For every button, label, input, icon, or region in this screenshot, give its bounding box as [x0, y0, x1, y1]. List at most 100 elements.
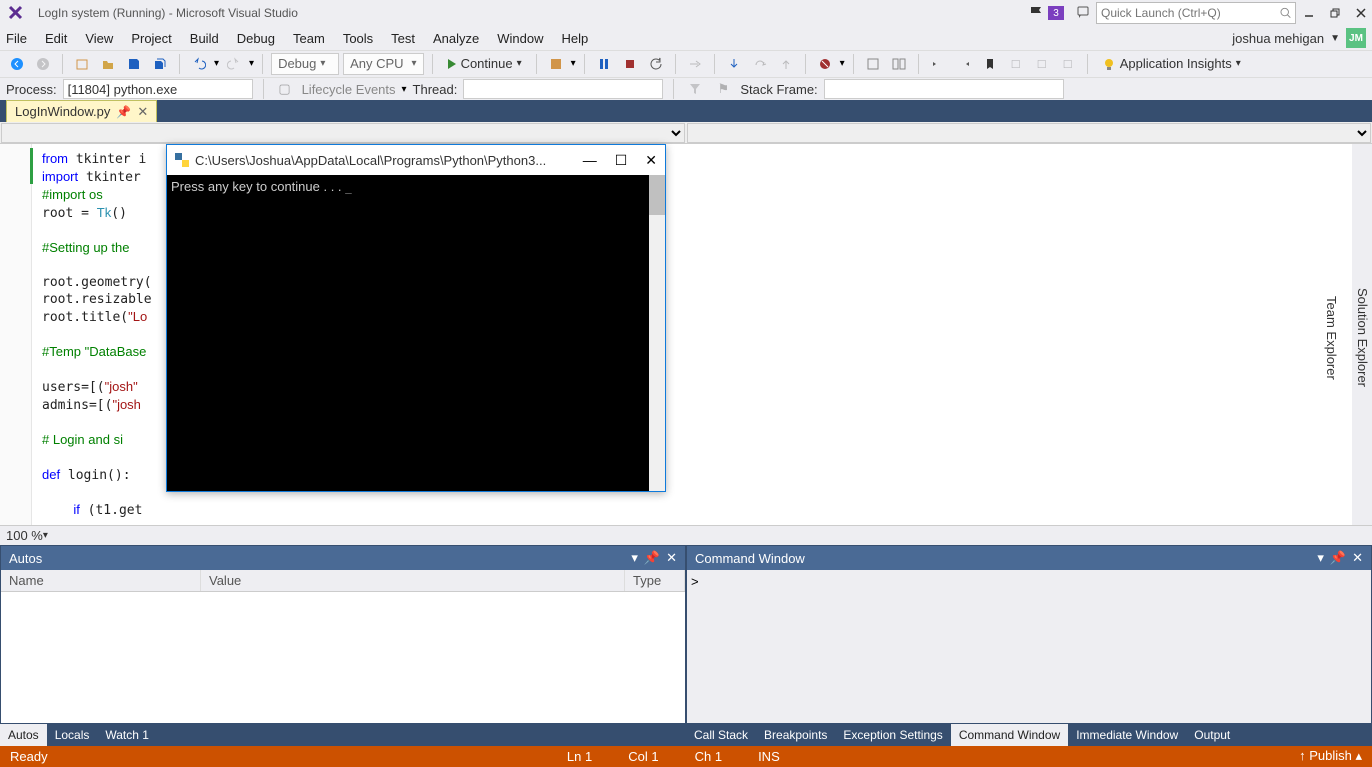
stop-button[interactable] [619, 53, 641, 75]
tool-icon[interactable]: □ [1005, 53, 1027, 75]
console-scrollbar[interactable] [649, 175, 665, 491]
tool-icon[interactable] [862, 53, 884, 75]
undo-button[interactable] [188, 53, 210, 75]
indent-button[interactable] [927, 53, 949, 75]
restart-button[interactable] [645, 53, 667, 75]
menu-analyze[interactable]: Analyze [433, 31, 479, 46]
col-value[interactable]: Value [201, 570, 625, 591]
lifecycle-label[interactable]: Lifecycle Events [302, 82, 396, 97]
continue-button[interactable]: Continue▾ [441, 53, 528, 75]
solution-explorer-tab[interactable]: Solution Explorer [1353, 284, 1372, 391]
menu-team[interactable]: Team [293, 31, 325, 46]
pin-icon[interactable]: 📌 [1330, 550, 1346, 566]
browser-link-button[interactable] [545, 53, 567, 75]
menu-tools[interactable]: Tools [343, 31, 373, 46]
panel-dropdown-icon[interactable]: ▾ [1317, 550, 1324, 566]
command-body[interactable]: > [687, 570, 1371, 722]
step-into-button[interactable] [723, 53, 745, 75]
tab-command-window[interactable]: Command Window [951, 724, 1068, 746]
thread-dropdown[interactable] [463, 79, 663, 99]
nav-member-dropdown[interactable] [687, 123, 1371, 143]
close-tab-icon[interactable]: ✕ [137, 104, 148, 120]
chevron-down-icon[interactable]: ▾ [214, 58, 219, 69]
menu-view[interactable]: View [85, 31, 113, 46]
tool-icon[interactable]: □ [1031, 53, 1053, 75]
close-button[interactable] [1354, 6, 1368, 20]
console-window[interactable]: C:\Users\Joshua\AppData\Local\Programs\P… [166, 144, 666, 492]
console-titlebar[interactable]: C:\Users\Joshua\AppData\Local\Programs\P… [167, 145, 665, 175]
team-explorer-tab[interactable]: Team Explorer [1322, 292, 1341, 384]
restore-button[interactable] [1328, 6, 1342, 20]
tool-icon[interactable]: □ [1057, 53, 1079, 75]
lifecycle-icon[interactable]: ▢ [274, 78, 296, 100]
save-all-button[interactable] [149, 53, 171, 75]
console-maximize[interactable]: ☐ [615, 152, 628, 169]
outdent-button[interactable] [953, 53, 975, 75]
user-area[interactable]: joshua mehigan ▼ JM [1232, 28, 1366, 48]
pause-button[interactable] [593, 53, 615, 75]
chevron-down-icon[interactable]: ▾ [840, 58, 845, 69]
process-dropdown[interactable]: [11804] python.exe [63, 79, 253, 99]
nav-scope-dropdown[interactable] [1, 123, 685, 143]
menu-debug[interactable]: Debug [237, 31, 275, 46]
feedback-icon[interactable] [1074, 2, 1096, 24]
breakpoint-button[interactable] [814, 53, 836, 75]
notifications[interactable]: 3 [1030, 6, 1064, 20]
step-out-button[interactable] [775, 53, 797, 75]
menu-window[interactable]: Window [497, 31, 543, 46]
publish-button[interactable]: ↑ Publish ▴ [1299, 748, 1362, 764]
pin-icon[interactable]: 📌 [116, 105, 131, 119]
app-insights-button[interactable]: Application Insights▾ [1096, 53, 1247, 75]
editor[interactable]: from tkinter i import tkinter #import os… [0, 144, 1372, 525]
chevron-down-icon[interactable]: ▾ [402, 84, 407, 95]
console-close[interactable]: ✕ [645, 152, 657, 169]
close-icon[interactable]: ✕ [666, 550, 677, 566]
platform-dropdown[interactable]: Any CPU▾ [343, 53, 424, 75]
close-icon[interactable]: ✕ [1352, 550, 1363, 566]
config-dropdown[interactable]: Debug▾ [271, 53, 339, 75]
col-name[interactable]: Name [1, 570, 201, 591]
forward-button[interactable] [32, 53, 54, 75]
outline-margin [0, 144, 32, 525]
chevron-down-icon[interactable]: ▾ [571, 58, 576, 69]
menu-project[interactable]: Project [131, 31, 171, 46]
console-body[interactable]: Press any key to continue . . . _ [167, 175, 665, 491]
quick-launch-input[interactable] [1101, 6, 1280, 20]
zoom-control[interactable]: 100 % ▾ [0, 525, 1372, 545]
pin-icon[interactable]: 📌 [644, 550, 660, 566]
bottom-tab-row: Autos Locals Watch 1 Call Stack Breakpoi… [0, 724, 1372, 746]
quick-launch[interactable] [1096, 2, 1296, 24]
tab-autos[interactable]: Autos [0, 724, 47, 746]
redo-button[interactable] [223, 53, 245, 75]
filter-icon[interactable] [684, 78, 706, 100]
console-minimize[interactable]: — [583, 152, 597, 169]
tab-breakpoints[interactable]: Breakpoints [756, 724, 835, 746]
bookmark-button[interactable] [979, 53, 1001, 75]
new-project-button[interactable] [71, 53, 93, 75]
tab-exception-settings[interactable]: Exception Settings [835, 724, 950, 746]
tab-locals[interactable]: Locals [47, 724, 98, 746]
flag-icon[interactable]: ⚑ [712, 78, 734, 100]
tab-immediate-window[interactable]: Immediate Window [1068, 724, 1186, 746]
menu-build[interactable]: Build [190, 31, 219, 46]
tab-watch1[interactable]: Watch 1 [97, 724, 157, 746]
show-next-button[interactable] [684, 53, 706, 75]
tool-icon[interactable] [888, 53, 910, 75]
step-over-button[interactable] [749, 53, 771, 75]
stack-frame-dropdown[interactable] [824, 79, 1064, 99]
tab-output[interactable]: Output [1186, 724, 1238, 746]
minimize-button[interactable] [1302, 6, 1316, 20]
autos-body[interactable]: Name Value Type [1, 570, 685, 722]
tab-call-stack[interactable]: Call Stack [686, 724, 756, 746]
menu-file[interactable]: File [6, 31, 27, 46]
save-button[interactable] [123, 53, 145, 75]
open-button[interactable] [97, 53, 119, 75]
menu-help[interactable]: Help [562, 31, 589, 46]
back-button[interactable] [6, 53, 28, 75]
file-tab[interactable]: LogInWindow.py 📌 ✕ [6, 100, 157, 122]
panel-dropdown-icon[interactable]: ▾ [631, 550, 638, 566]
menu-test[interactable]: Test [391, 31, 415, 46]
menu-edit[interactable]: Edit [45, 31, 67, 46]
col-type[interactable]: Type [625, 570, 685, 591]
chevron-down-icon[interactable]: ▾ [249, 58, 254, 69]
